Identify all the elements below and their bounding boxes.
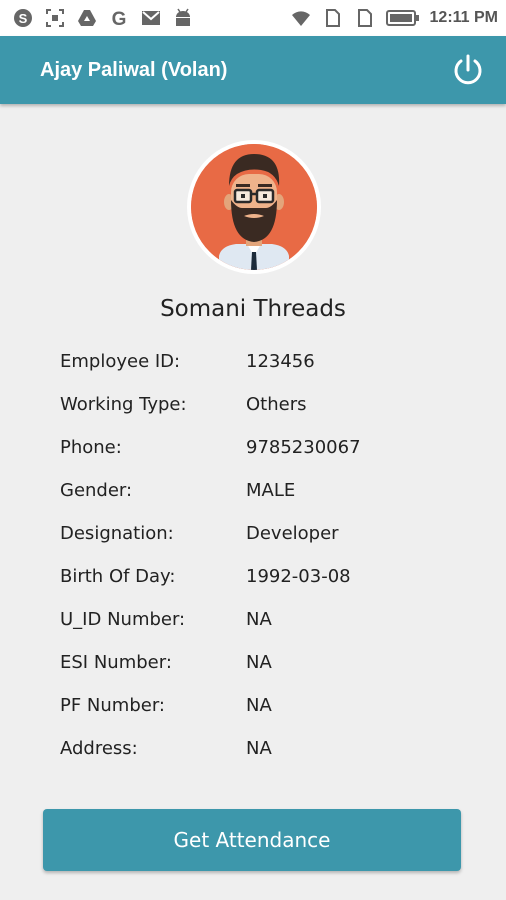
detail-value: 1992-03-08: [246, 566, 351, 587]
svg-text:G: G: [112, 9, 127, 28]
employee-details: Employee ID: 123456 Working Type: Others…: [60, 340, 480, 770]
clock: 12:11 PM: [429, 9, 498, 26]
detail-label: Address:: [60, 738, 138, 759]
detail-label: Birth Of Day:: [60, 566, 176, 587]
detail-label: ESI Number:: [60, 652, 172, 673]
detail-row-phone: Phone: 9785230067: [60, 426, 480, 469]
google-icon: G: [108, 7, 130, 29]
status-bar-notifications: S G: [12, 7, 194, 29]
logout-button[interactable]: [448, 50, 488, 90]
gmail-icon: [140, 7, 162, 29]
detail-row-gender: Gender: MALE: [60, 469, 480, 512]
app-bar: Ajay Paliwal (Volan): [0, 36, 506, 104]
detail-value: MALE: [246, 480, 296, 501]
detail-label: Employee ID:: [60, 351, 181, 372]
detail-label: PF Number:: [60, 695, 165, 716]
app-title: Ajay Paliwal (Volan): [40, 58, 228, 81]
detail-label: Phone:: [60, 437, 122, 458]
sim2-icon: [354, 7, 376, 29]
avatar-frame: [187, 140, 321, 274]
company-name: Somani Threads: [160, 296, 346, 322]
detail-row-employee-id: Employee ID: 123456: [60, 340, 480, 383]
avatar: [191, 144, 317, 270]
detail-value: 9785230067: [246, 437, 361, 458]
skype-icon: S: [12, 7, 34, 29]
detail-row-pf-number: PF Number: NA: [60, 684, 480, 727]
detail-row-birth-date: Birth Of Day: 1992-03-08: [60, 555, 480, 598]
svg-text:S: S: [19, 11, 28, 26]
battery-icon: [385, 7, 420, 29]
detail-label: Working Type:: [60, 394, 187, 415]
screenshot-icon: [44, 7, 66, 29]
detail-row-designation: Designation: Developer: [60, 512, 480, 555]
sim1-icon: [322, 7, 344, 29]
detail-value: 123456: [246, 351, 315, 372]
detail-value: NA: [246, 652, 272, 673]
get-attendance-button[interactable]: Get Attendance: [43, 809, 461, 871]
android-icon: [172, 7, 194, 29]
wifi-icon: [290, 7, 312, 29]
detail-label: U_ID Number:: [60, 609, 186, 630]
detail-label: Designation:: [60, 523, 174, 544]
drive-icon: [76, 7, 98, 29]
status-bar: S G 12:11 PM: [0, 0, 506, 36]
power-icon: [454, 54, 482, 85]
detail-value: NA: [246, 695, 272, 716]
detail-row-address: Address: NA: [60, 727, 480, 770]
status-bar-system: 12:11 PM: [290, 7, 498, 29]
detail-row-esi-number: ESI Number: NA: [60, 641, 480, 684]
detail-value: NA: [246, 609, 272, 630]
detail-value: Developer: [246, 523, 339, 544]
detail-value: Others: [246, 394, 307, 415]
detail-row-uid-number: U_ID Number: NA: [60, 598, 480, 641]
detail-label: Gender:: [60, 480, 133, 501]
detail-row-working-type: Working Type: Others: [60, 383, 480, 426]
detail-value: NA: [246, 738, 272, 759]
